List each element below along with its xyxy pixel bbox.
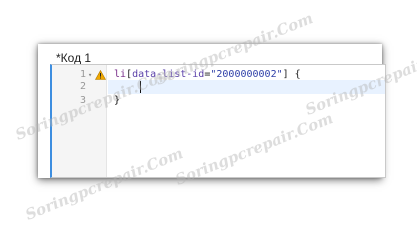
code-line[interactable]: 3 } xyxy=(52,94,385,108)
code-text: } xyxy=(114,95,121,106)
text-cursor xyxy=(140,81,141,93)
code-line[interactable]: 2 xyxy=(52,80,385,94)
document-title: *Код 1 xyxy=(56,51,92,65)
code-editor[interactable]: 1 ▾ li[data-list-id="2000000002"] { 2 3 … xyxy=(50,64,386,178)
line-number: 2 xyxy=(79,81,86,92)
line-number: 3 xyxy=(79,95,86,106)
